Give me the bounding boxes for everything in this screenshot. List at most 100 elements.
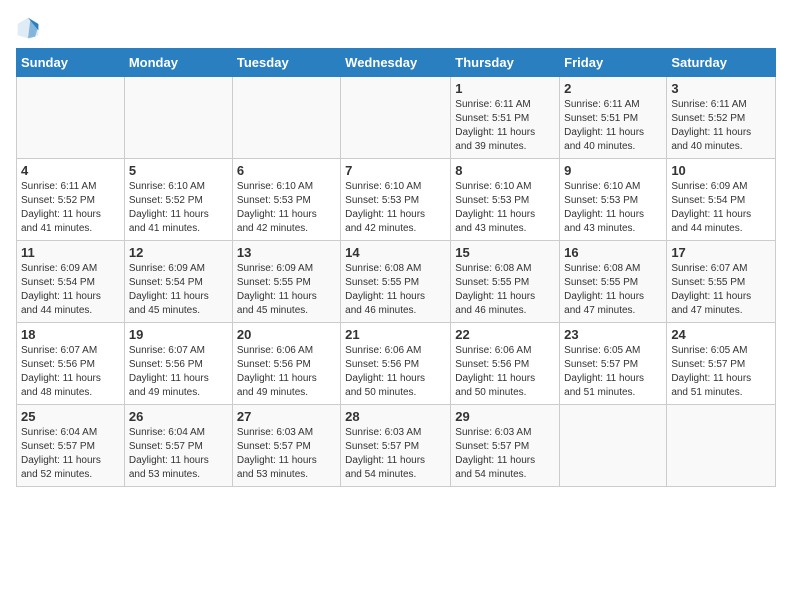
- day-info: Sunrise: 6:05 AM Sunset: 5:57 PM Dayligh…: [671, 344, 771, 400]
- day-number: 15: [455, 245, 555, 260]
- col-header-friday: Friday: [560, 49, 667, 77]
- day-cell: 23 Sunrise: 6:05 AM Sunset: 5:57 PM Dayli…: [560, 323, 667, 405]
- week-row-4: 18 Sunrise: 6:07 AM Sunset: 5:56 PM Dayli…: [17, 323, 776, 405]
- day-info: Sunrise: 6:04 AM Sunset: 5:57 PM Dayligh…: [21, 426, 120, 482]
- col-header-thursday: Thursday: [451, 49, 560, 77]
- week-row-3: 11 Sunrise: 6:09 AM Sunset: 5:54 PM Dayli…: [17, 241, 776, 323]
- day-cell: 27 Sunrise: 6:03 AM Sunset: 5:57 PM Dayli…: [232, 405, 340, 487]
- day-number: 20: [237, 327, 336, 342]
- day-number: 6: [237, 163, 336, 178]
- day-info: Sunrise: 6:08 AM Sunset: 5:55 PM Dayligh…: [345, 262, 446, 318]
- day-cell: [17, 77, 125, 159]
- day-number: 26: [129, 409, 228, 424]
- day-info: Sunrise: 6:10 AM Sunset: 5:53 PM Dayligh…: [345, 180, 446, 236]
- day-number: 27: [237, 409, 336, 424]
- day-cell: 8 Sunrise: 6:10 AM Sunset: 5:53 PM Daylig…: [451, 159, 560, 241]
- day-info: Sunrise: 6:07 AM Sunset: 5:56 PM Dayligh…: [129, 344, 228, 400]
- day-number: 19: [129, 327, 228, 342]
- day-cell: 2 Sunrise: 6:11 AM Sunset: 5:51 PM Daylig…: [560, 77, 667, 159]
- day-info: Sunrise: 6:09 AM Sunset: 5:54 PM Dayligh…: [129, 262, 228, 318]
- header: [16, 16, 776, 40]
- col-header-monday: Monday: [124, 49, 232, 77]
- day-cell: 21 Sunrise: 6:06 AM Sunset: 5:56 PM Dayli…: [341, 323, 451, 405]
- day-number: 28: [345, 409, 446, 424]
- day-cell: 6 Sunrise: 6:10 AM Sunset: 5:53 PM Daylig…: [232, 159, 340, 241]
- week-row-2: 4 Sunrise: 6:11 AM Sunset: 5:52 PM Daylig…: [17, 159, 776, 241]
- day-info: Sunrise: 6:10 AM Sunset: 5:53 PM Dayligh…: [455, 180, 555, 236]
- day-info: Sunrise: 6:06 AM Sunset: 5:56 PM Dayligh…: [237, 344, 336, 400]
- day-info: Sunrise: 6:09 AM Sunset: 5:54 PM Dayligh…: [671, 180, 771, 236]
- week-row-1: 1 Sunrise: 6:11 AM Sunset: 5:51 PM Daylig…: [17, 77, 776, 159]
- day-number: 23: [564, 327, 662, 342]
- day-cell: 24 Sunrise: 6:05 AM Sunset: 5:57 PM Dayli…: [667, 323, 776, 405]
- day-cell: [341, 77, 451, 159]
- day-cell: 28 Sunrise: 6:03 AM Sunset: 5:57 PM Dayli…: [341, 405, 451, 487]
- day-cell: 16 Sunrise: 6:08 AM Sunset: 5:55 PM Dayli…: [560, 241, 667, 323]
- day-info: Sunrise: 6:10 AM Sunset: 5:53 PM Dayligh…: [237, 180, 336, 236]
- day-cell: 18Sunrise: 6:07 AM Sunset: 5:56 PM Dayli…: [17, 323, 125, 405]
- day-number: 12: [129, 245, 228, 260]
- day-number: 14: [345, 245, 446, 260]
- day-info: Sunrise: 6:09 AM Sunset: 5:54 PM Dayligh…: [21, 262, 120, 318]
- day-info: Sunrise: 6:06 AM Sunset: 5:56 PM Dayligh…: [455, 344, 555, 400]
- day-info: Sunrise: 6:10 AM Sunset: 5:52 PM Dayligh…: [129, 180, 228, 236]
- day-cell: 29Sunrise: 6:03 AM Sunset: 5:57 PM Dayli…: [451, 405, 560, 487]
- day-info: Sunrise: 6:03 AM Sunset: 5:57 PM Dayligh…: [345, 426, 446, 482]
- day-cell: [667, 405, 776, 487]
- day-cell: 10 Sunrise: 6:09 AM Sunset: 5:54 PM Dayli…: [667, 159, 776, 241]
- week-row-5: 25Sunrise: 6:04 AM Sunset: 5:57 PM Dayli…: [17, 405, 776, 487]
- day-number: 7: [345, 163, 446, 178]
- day-info: Sunrise: 6:08 AM Sunset: 5:55 PM Dayligh…: [564, 262, 662, 318]
- day-number: 18: [21, 327, 120, 342]
- day-cell: 25Sunrise: 6:04 AM Sunset: 5:57 PM Dayli…: [17, 405, 125, 487]
- calendar-table: SundayMondayTuesdayWednesdayThursdayFrid…: [16, 48, 776, 487]
- day-info: Sunrise: 6:07 AM Sunset: 5:55 PM Dayligh…: [671, 262, 771, 318]
- day-number: 2: [564, 81, 662, 96]
- day-cell: 11 Sunrise: 6:09 AM Sunset: 5:54 PM Dayli…: [17, 241, 125, 323]
- col-header-saturday: Saturday: [667, 49, 776, 77]
- day-cell: [232, 77, 340, 159]
- day-info: Sunrise: 6:11 AM Sunset: 5:51 PM Dayligh…: [455, 98, 555, 154]
- day-number: 5: [129, 163, 228, 178]
- logo-icon: [16, 16, 40, 40]
- day-number: 16: [564, 245, 662, 260]
- day-cell: 3 Sunrise: 6:11 AM Sunset: 5:52 PM Daylig…: [667, 77, 776, 159]
- col-header-sunday: Sunday: [17, 49, 125, 77]
- col-header-tuesday: Tuesday: [232, 49, 340, 77]
- day-info: Sunrise: 6:11 AM Sunset: 5:52 PM Dayligh…: [21, 180, 120, 236]
- day-cell: 22 Sunrise: 6:06 AM Sunset: 5:56 PM Dayli…: [451, 323, 560, 405]
- day-number: 4: [21, 163, 120, 178]
- day-cell: 4 Sunrise: 6:11 AM Sunset: 5:52 PM Daylig…: [17, 159, 125, 241]
- day-number: 10: [671, 163, 771, 178]
- day-info: Sunrise: 6:04 AM Sunset: 5:57 PM Dayligh…: [129, 426, 228, 482]
- day-number: 8: [455, 163, 555, 178]
- day-info: Sunrise: 6:06 AM Sunset: 5:56 PM Dayligh…: [345, 344, 446, 400]
- day-cell: 13Sunrise: 6:09 AM Sunset: 5:55 PM Dayli…: [232, 241, 340, 323]
- day-number: 3: [671, 81, 771, 96]
- day-info: Sunrise: 6:03 AM Sunset: 5:57 PM Dayligh…: [455, 426, 555, 482]
- day-number: 22: [455, 327, 555, 342]
- day-cell: 9Sunrise: 6:10 AM Sunset: 5:53 PM Daylig…: [560, 159, 667, 241]
- day-cell: 15Sunrise: 6:08 AM Sunset: 5:55 PM Dayli…: [451, 241, 560, 323]
- day-cell: 7 Sunrise: 6:10 AM Sunset: 5:53 PM Daylig…: [341, 159, 451, 241]
- col-header-wednesday: Wednesday: [341, 49, 451, 77]
- day-cell: [124, 77, 232, 159]
- day-number: 17: [671, 245, 771, 260]
- day-info: Sunrise: 6:05 AM Sunset: 5:57 PM Dayligh…: [564, 344, 662, 400]
- day-cell: 14 Sunrise: 6:08 AM Sunset: 5:55 PM Dayli…: [341, 241, 451, 323]
- day-number: 24: [671, 327, 771, 342]
- day-number: 9: [564, 163, 662, 178]
- day-number: 21: [345, 327, 446, 342]
- day-number: 11: [21, 245, 120, 260]
- header-row: SundayMondayTuesdayWednesdayThursdayFrid…: [17, 49, 776, 77]
- day-info: Sunrise: 6:11 AM Sunset: 5:52 PM Dayligh…: [671, 98, 771, 154]
- day-info: Sunrise: 6:11 AM Sunset: 5:51 PM Dayligh…: [564, 98, 662, 154]
- day-cell: [560, 405, 667, 487]
- day-number: 13: [237, 245, 336, 260]
- day-cell: 17 Sunrise: 6:07 AM Sunset: 5:55 PM Dayli…: [667, 241, 776, 323]
- day-info: Sunrise: 6:03 AM Sunset: 5:57 PM Dayligh…: [237, 426, 336, 482]
- day-cell: 19 Sunrise: 6:07 AM Sunset: 5:56 PM Dayli…: [124, 323, 232, 405]
- day-cell: 5 Sunrise: 6:10 AM Sunset: 5:52 PM Daylig…: [124, 159, 232, 241]
- day-number: 1: [455, 81, 555, 96]
- day-cell: 26 Sunrise: 6:04 AM Sunset: 5:57 PM Dayli…: [124, 405, 232, 487]
